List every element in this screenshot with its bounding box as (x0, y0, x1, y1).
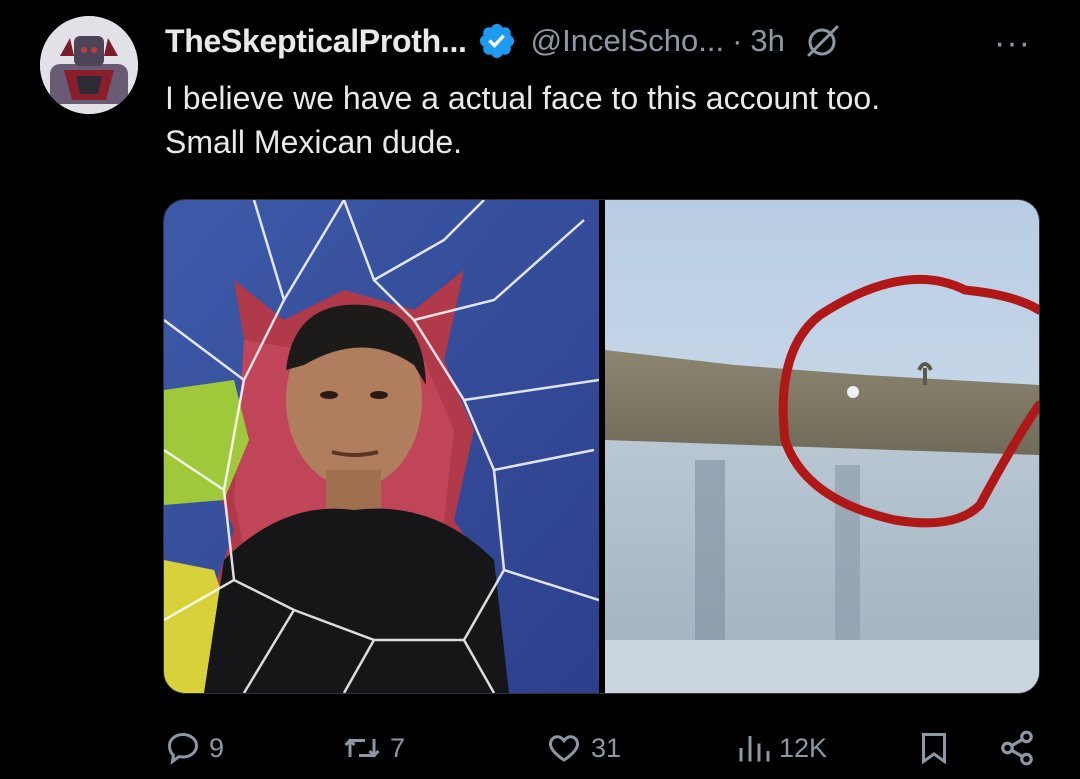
tweet-header: TheSkepticalProth... @IncelScho... · 3h (165, 18, 841, 64)
author-handle[interactable]: @IncelScho... (531, 23, 724, 59)
tweet-body: I believe we have a actual face to this … (165, 76, 1045, 164)
share-icon (1001, 730, 1033, 766)
post-time[interactable]: 3h (750, 23, 784, 59)
like-button[interactable]: 31 (545, 718, 621, 778)
avatar-image (40, 16, 138, 114)
share-button[interactable] (998, 718, 1036, 778)
bookmark-icon (922, 733, 946, 765)
like-count: 31 (591, 732, 622, 763)
separator-dot: · (732, 23, 743, 58)
media-photo-2[interactable] (605, 200, 1039, 693)
reply-count: 9 (209, 732, 225, 763)
blurry-rooftop-image (605, 200, 1039, 693)
action-bar: 9 7 31 12K (0, 718, 1080, 778)
tweet-text-line-1: I believe we have a actual face to this … (165, 80, 881, 116)
bookmark-button[interactable] (918, 718, 950, 778)
views-button[interactable]: 12K (735, 718, 827, 778)
views-count: 12K (779, 732, 828, 763)
repost-button[interactable]: 7 (342, 718, 405, 778)
more-options-icon[interactable]: ··· (994, 24, 1031, 63)
tweet-text-line-2: Small Mexican dude. (165, 124, 463, 160)
grok-icon[interactable] (805, 23, 841, 59)
repost-icon (344, 738, 380, 758)
avatar[interactable] (40, 16, 138, 114)
repost-count: 7 (390, 732, 406, 763)
heart-icon (549, 735, 579, 762)
views-bar-chart-icon (739, 736, 770, 762)
author-display-name[interactable]: TheSkepticalProth... (165, 23, 467, 60)
media-photo-1[interactable] (164, 200, 600, 693)
reply-button[interactable]: 9 (165, 718, 224, 778)
media-grid (163, 199, 1040, 694)
cracked-glass-portrait-image (164, 200, 600, 693)
reply-icon (167, 732, 199, 765)
verified-badge-icon (477, 21, 517, 61)
